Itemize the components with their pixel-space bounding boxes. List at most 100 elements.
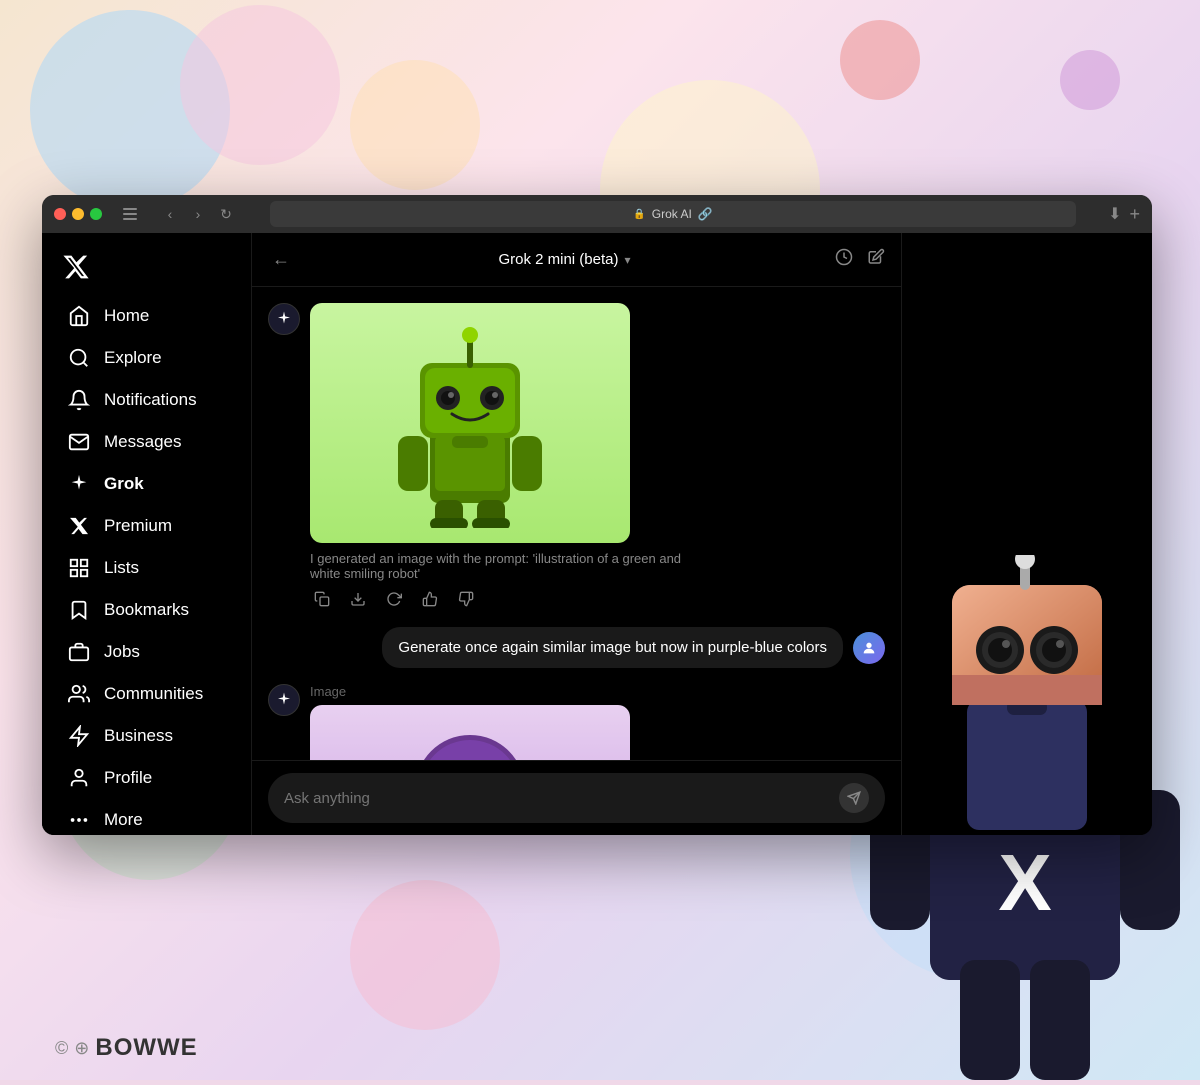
sidebar-item-notifications[interactable]: Notifications xyxy=(48,379,245,421)
address-text: Grok AI xyxy=(652,207,692,221)
browser-window: ‹ › ↻ 🔒 Grok AI 🔗 ⬇ + xyxy=(42,195,1152,835)
chat-input-field[interactable] xyxy=(284,790,829,807)
chat-header-actions xyxy=(835,248,885,271)
sidebar-item-lists[interactable]: Lists xyxy=(48,547,245,589)
sidebar-item-profile[interactable]: Profile xyxy=(48,757,245,799)
user-message-avatar xyxy=(853,632,885,664)
sidebar-item-premium-label: Premium xyxy=(104,516,172,536)
sidebar-item-explore-label: Explore xyxy=(104,348,162,368)
browser-content: Home Explore Notifications xyxy=(42,233,1152,835)
bowwe-logo: BOWWE xyxy=(95,1034,197,1062)
browser-titlebar: ‹ › ↻ 🔒 Grok AI 🔗 ⬇ + xyxy=(42,195,1152,233)
close-button[interactable] xyxy=(54,208,66,220)
communities-icon xyxy=(68,683,90,705)
grok-avatar xyxy=(268,303,300,335)
sidebar-item-lists-label: Lists xyxy=(104,558,139,578)
sidebar-item-explore[interactable]: Explore xyxy=(48,337,245,379)
chat-title-area[interactable]: Grok 2 mini (beta) ▾ xyxy=(498,251,630,268)
sidebar-item-business[interactable]: Business xyxy=(48,715,245,757)
lists-icon xyxy=(68,557,90,579)
send-button[interactable] xyxy=(839,783,869,813)
more-icon xyxy=(68,809,90,831)
x-logo-container[interactable] xyxy=(42,243,251,295)
chat-header: ← Grok 2 mini (beta) ▾ xyxy=(252,233,901,287)
forward-nav-btn[interactable]: › xyxy=(186,202,210,226)
sidebar-item-communities[interactable]: Communities xyxy=(48,673,245,715)
sidebar-item-profile-label: Profile xyxy=(104,768,152,788)
green-robot-msg-actions xyxy=(310,587,885,611)
maximize-button[interactable] xyxy=(90,208,102,220)
browser-right-actions: ⬇ + xyxy=(1108,204,1140,225)
sidebar-item-bookmarks-label: Bookmarks xyxy=(104,600,189,620)
premium-icon xyxy=(68,515,90,537)
copy-action[interactable] xyxy=(310,587,334,611)
sidebar-item-bookmarks[interactable]: Bookmarks xyxy=(48,589,245,631)
reload-btn[interactable]: ↻ xyxy=(214,202,238,226)
creative-commons-icon: ⊕ xyxy=(74,1038,89,1059)
sidebar-item-messages[interactable]: Messages xyxy=(48,421,245,463)
sidebar: Home Explore Notifications xyxy=(42,233,252,835)
sidebar-item-communities-label: Communities xyxy=(104,684,203,704)
grok-image-label-content: Image xyxy=(310,684,885,760)
grok-image-label: Image xyxy=(268,684,885,760)
sidebar-item-home-label: Home xyxy=(104,306,149,326)
chat-back-btn[interactable]: ← xyxy=(268,245,294,274)
jobs-icon xyxy=(68,641,90,663)
lock-icon: 🔒 xyxy=(633,209,645,220)
chat-title: Grok 2 mini (beta) xyxy=(498,251,618,268)
sidebar-item-grok[interactable]: Grok xyxy=(48,463,245,505)
notifications-icon xyxy=(68,389,90,411)
address-bar[interactable]: 🔒 Grok AI 🔗 xyxy=(270,201,1076,227)
small-robot xyxy=(932,555,1152,835)
chat-new-icon[interactable] xyxy=(867,248,885,271)
purple-robot-svg xyxy=(370,715,570,760)
refresh-action[interactable] xyxy=(382,587,406,611)
sidebar-item-messages-label: Messages xyxy=(104,432,181,452)
profile-icon xyxy=(68,767,90,789)
sidebar-item-business-label: Business xyxy=(104,726,173,746)
back-nav-btn[interactable]: ‹ xyxy=(158,202,182,226)
chat-main: ← Grok 2 mini (beta) ▾ xyxy=(252,233,902,835)
thumbs-up-action[interactable] xyxy=(418,587,442,611)
business-icon xyxy=(68,725,90,747)
image-type-label: Image xyxy=(310,684,885,699)
chat-input-wrapper xyxy=(268,773,885,823)
browser-sidebar-toggle[interactable] xyxy=(122,206,138,222)
sidebar-item-jobs-label: Jobs xyxy=(104,642,140,662)
sidebar-item-premium[interactable]: Premium xyxy=(48,505,245,547)
new-tab-icon[interactable]: + xyxy=(1129,204,1140,225)
sidebar-item-more[interactable]: More xyxy=(48,799,245,835)
grok-avatar-2 xyxy=(268,684,300,716)
user-message-bubble: Generate once again similar image but no… xyxy=(382,627,843,668)
chat-history-icon[interactable] xyxy=(835,248,853,271)
chat-messages: I generated an image with the prompt: 'i… xyxy=(252,287,901,760)
minimize-button[interactable] xyxy=(72,208,84,220)
svg-text:X: X xyxy=(998,838,1051,927)
chat-input-area xyxy=(252,760,901,835)
right-panel xyxy=(902,233,1152,835)
download-action[interactable] xyxy=(346,587,370,611)
messages-icon xyxy=(68,431,90,453)
sidebar-item-notifications-label: Notifications xyxy=(104,390,197,410)
sidebar-item-home[interactable]: Home xyxy=(48,295,245,337)
download-icon[interactable]: ⬇ xyxy=(1108,204,1121,224)
grok-message-content-green: I generated an image with the prompt: 'i… xyxy=(310,303,885,611)
x-logo-icon xyxy=(62,253,90,281)
green-robot-svg xyxy=(380,318,560,528)
thumbs-down-action[interactable] xyxy=(454,587,478,611)
bookmarks-icon xyxy=(68,599,90,621)
nav-items: Home Explore Notifications xyxy=(42,295,251,835)
green-robot-image xyxy=(310,303,630,543)
sidebar-item-grok-label: Grok xyxy=(104,474,144,494)
chat-title-chevron: ▾ xyxy=(625,253,631,267)
cc-icon: © xyxy=(55,1038,68,1059)
user-message-block: Generate once again similar image but no… xyxy=(382,627,885,668)
purple-robot-image xyxy=(310,705,630,760)
grok-icon xyxy=(68,473,90,495)
sidebar-item-more-label: More xyxy=(104,810,143,830)
green-robot-caption: I generated an image with the prompt: 'i… xyxy=(310,551,690,581)
sidebar-item-jobs[interactable]: Jobs xyxy=(48,631,245,673)
grok-message-green: I generated an image with the prompt: 'i… xyxy=(268,303,885,611)
bowwe-watermark: © ⊕ BOWWE xyxy=(55,1034,198,1062)
bookmark-icon: 🔗 xyxy=(698,207,713,221)
